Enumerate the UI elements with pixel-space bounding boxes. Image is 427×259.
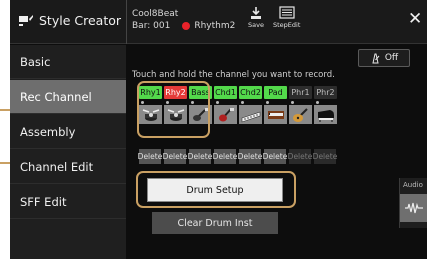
style-name: Cool8Beat [132,9,179,19]
channel-label[interactable]: Pad [264,86,287,99]
list-icon [279,6,295,19]
electric-guitar-icon[interactable] [214,105,237,124]
delete-button-phr1[interactable]: Delete [288,149,312,164]
delete-button-chd2[interactable]: Delete [238,149,262,164]
channel-indicator-dot [216,101,219,104]
delete-button-chd1[interactable]: Delete [213,149,237,164]
stepedit-label: StepEdit [273,21,301,29]
delete-button-rhy2[interactable]: Delete [163,149,187,164]
channel-indicator-dot [266,101,269,104]
instrument-screen: Style Creator Cool8Beat Bar: 001 Rhythm2… [10,0,427,259]
channel-indicator-dot [291,101,294,104]
channel-indicator-dot [316,101,319,104]
audio-panel: Audio [399,178,427,228]
rec-off-button[interactable]: Off [358,49,410,67]
app-title: Style Creator [18,13,121,28]
delete-button-bass[interactable]: Delete [188,149,212,164]
waveform-icon [405,202,423,214]
bar-status: Bar: 001 Rhythm2 [132,21,235,31]
app-title-text: Style Creator [39,13,122,28]
close-icon[interactable]: ✕ [408,11,422,28]
channel-label[interactable]: Chd1 [214,86,237,99]
title-divider [126,0,127,44]
channel-label[interactable]: Phr1 [289,86,312,99]
clear-drum-inst-button[interactable]: Clear Drum Inst [152,212,278,234]
callout-highlight-rhythm [137,81,210,138]
organ-icon[interactable] [264,105,287,124]
sidebar-item-channel-edit[interactable]: Channel Edit [10,150,126,184]
rec-off-label: Off [384,53,399,63]
save-icon [250,7,261,19]
delete-button-rhy1[interactable]: Delete [138,149,162,164]
bar-position: Bar: 001 [132,21,171,31]
title-bar: Style Creator Cool8Beat Bar: 001 Rhythm2… [10,0,427,44]
channel-indicator-dot [241,101,244,104]
sidebar-item-sff-edit[interactable]: SFF Edit [10,185,126,219]
channel-label[interactable]: Chd2 [239,86,262,99]
instruction-text: Touch and hold the channel you want to r… [132,70,335,80]
save-button[interactable]: Save [248,6,264,29]
stepedit-button[interactable]: StepEdit [273,6,300,29]
acoustic-guitar-icon[interactable] [289,105,312,124]
save-label: Save [248,21,264,29]
sidebar: Basic Rec Channel Assembly Channel Edit … [10,45,126,259]
drum-setup-button[interactable]: Drum Setup [147,178,283,202]
delete-button-pad[interactable]: Delete [263,149,287,164]
sidebar-item-basic[interactable]: Basic [10,45,126,79]
grand-piano-icon[interactable] [314,105,337,124]
app-root: Style Creator Cool8Beat Bar: 001 Rhythm2… [0,0,427,259]
delete-button-phr2[interactable]: Delete [313,149,337,164]
metronome-icon [372,53,380,63]
keyboard-icon[interactable] [239,105,262,124]
style-creator-icon [19,14,33,26]
main-panel: Off Touch and hold the channel you want … [127,45,427,259]
audio-label: Audio [403,181,423,189]
rec-part-name: Rhythm2 [194,21,236,31]
sidebar-item-assembly[interactable]: Assembly [10,115,126,149]
record-indicator-icon [182,22,191,30]
channel-label[interactable]: Phr2 [314,86,337,99]
sidebar-item-rec-channel[interactable]: Rec Channel [10,80,126,114]
audio-waveform-button[interactable] [400,194,427,222]
